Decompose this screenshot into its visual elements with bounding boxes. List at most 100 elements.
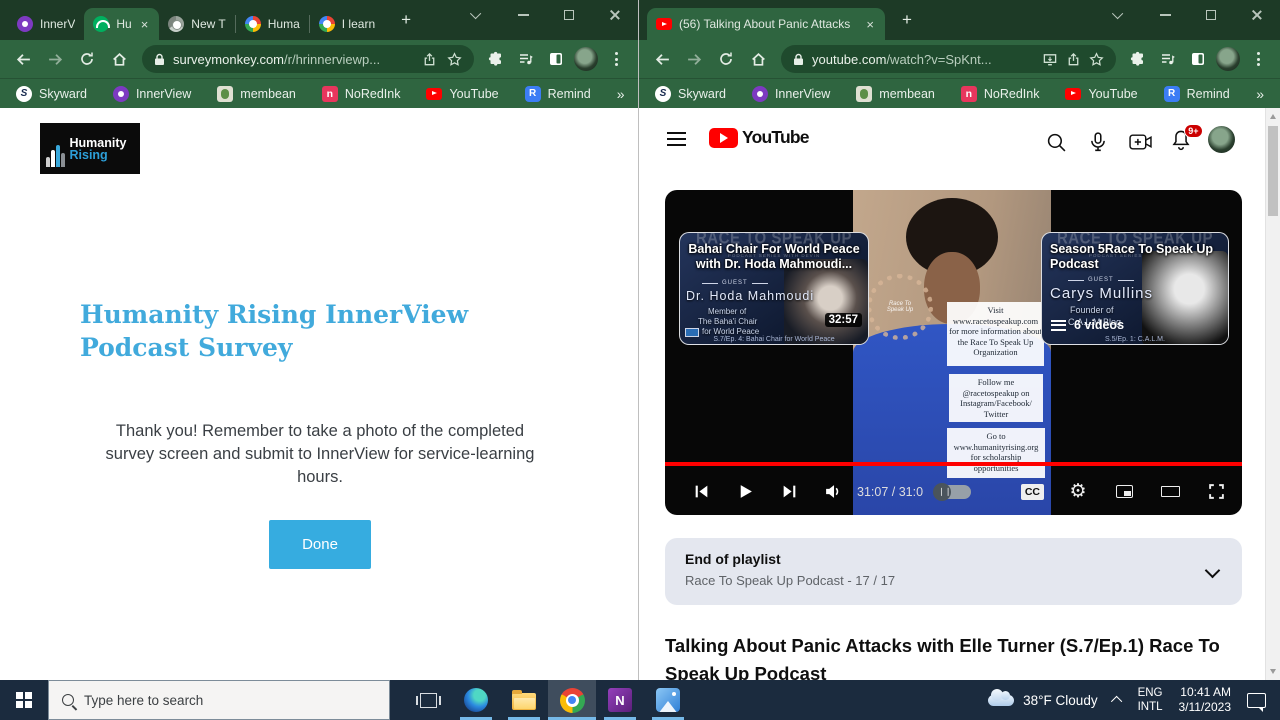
taskbar-photos-button[interactable] xyxy=(644,680,692,720)
task-view-button[interactable] xyxy=(404,680,452,720)
language-indicator[interactable]: ENG INTL xyxy=(1138,686,1163,714)
action-center-icon[interactable] xyxy=(1247,693,1266,708)
tab-google-search-1[interactable]: Huma xyxy=(236,8,309,40)
split-screen-extension-icon[interactable] xyxy=(1184,45,1212,73)
forward-button[interactable] xyxy=(40,44,70,74)
bookmark-membean[interactable]: membean xyxy=(217,86,296,102)
endscreen-card-video[interactable]: RACE TO SPEAK UP PODCAST SERIES WITH DEV… xyxy=(679,232,869,345)
system-tray: 38°F Cloudy ENG INTL 10:41 AM 3/11/2023 xyxy=(988,680,1280,720)
home-button[interactable] xyxy=(104,44,134,74)
forward-button[interactable] xyxy=(679,44,709,74)
voice-search-button[interactable] xyxy=(1086,130,1110,154)
address-bar[interactable]: youtube.com/watch?v=SpKnt... xyxy=(781,45,1116,73)
tab-close-icon[interactable]: × xyxy=(864,18,876,31)
tab-close-icon[interactable]: × xyxy=(139,18,151,31)
bookmarks-overflow-button[interactable]: » xyxy=(617,86,625,102)
extensions-button[interactable] xyxy=(482,45,510,73)
new-tab-button[interactable]: + xyxy=(394,8,418,32)
bookmark-star-button[interactable] xyxy=(447,52,462,67)
progress-bar[interactable] xyxy=(665,462,1242,466)
youtube-play-icon xyxy=(709,128,738,148)
share-button[interactable] xyxy=(422,52,437,67)
reload-button[interactable] xyxy=(72,44,102,74)
fullscreen-button[interactable] xyxy=(1204,480,1228,504)
close-button[interactable] xyxy=(592,0,638,30)
bookmark-skyward[interactable]: SSkyward xyxy=(655,86,726,102)
captions-button[interactable]: CC xyxy=(1021,484,1044,500)
volume-button[interactable] xyxy=(811,472,855,512)
split-screen-extension-icon[interactable] xyxy=(542,45,570,73)
task-view-icon xyxy=(420,693,437,708)
start-button[interactable] xyxy=(0,680,48,720)
clock[interactable]: 10:41 AM 3/11/2023 xyxy=(1179,685,1232,715)
taskbar-file-explorer-button[interactable] xyxy=(500,680,548,720)
settings-button[interactable]: ⚙ xyxy=(1066,480,1090,504)
tab-search-button[interactable] xyxy=(1096,0,1142,30)
tray-expand-button[interactable] xyxy=(1111,696,1122,707)
extensions-button[interactable] xyxy=(1124,45,1152,73)
bookmark-noredink[interactable]: nNoRedInk xyxy=(322,86,401,102)
play-button[interactable] xyxy=(723,472,767,512)
youtube-avatar[interactable] xyxy=(1208,126,1235,153)
scrollbar-thumb[interactable] xyxy=(1268,126,1278,216)
new-tab-button[interactable]: + xyxy=(895,8,919,32)
tab-survey-active[interactable]: Hu × xyxy=(84,8,159,40)
bookmark-star-button[interactable] xyxy=(1089,52,1104,67)
bookmark-skyward[interactable]: SSkyward xyxy=(16,86,87,102)
done-button[interactable]: Done xyxy=(269,520,371,569)
playlist-extension-icon[interactable] xyxy=(512,45,540,73)
scroll-down-icon[interactable] xyxy=(1270,669,1276,674)
theater-mode-button[interactable] xyxy=(1158,480,1182,504)
maximize-button[interactable] xyxy=(1188,0,1234,30)
maximize-button[interactable] xyxy=(546,0,592,30)
tab-new-tab[interactable]: New T xyxy=(159,8,234,40)
tab-youtube-active[interactable]: (56) Talking About Panic Attacks × xyxy=(647,8,885,40)
home-button[interactable] xyxy=(743,44,773,74)
close-button[interactable] xyxy=(1234,0,1280,30)
profile-avatar[interactable] xyxy=(1214,45,1242,73)
search-button[interactable] xyxy=(1044,130,1068,154)
taskbar-onenote-button[interactable]: N xyxy=(596,680,644,720)
back-button[interactable] xyxy=(8,44,38,74)
bookmark-remind[interactable]: RRemind xyxy=(1164,86,1230,102)
share-button[interactable] xyxy=(1066,52,1081,67)
taskbar-search-input[interactable]: Type here to search xyxy=(48,680,390,720)
profile-avatar[interactable] xyxy=(572,45,600,73)
bookmark-membean[interactable]: membean xyxy=(856,86,935,102)
bookmark-youtube[interactable]: YouTube xyxy=(1065,86,1137,102)
previous-button[interactable] xyxy=(679,472,723,512)
autoplay-toggle[interactable] xyxy=(935,485,971,499)
bookmark-innerview[interactable]: InnerView xyxy=(752,86,830,102)
chrome-menu-button[interactable] xyxy=(602,45,630,73)
bookmarks-overflow-button[interactable]: » xyxy=(1256,86,1264,102)
create-button[interactable] xyxy=(1128,130,1152,154)
chrome-menu-button[interactable] xyxy=(1244,45,1272,73)
playlist-extension-icon[interactable] xyxy=(1154,45,1182,73)
weather-widget[interactable]: 38°F Cloudy xyxy=(988,693,1097,708)
youtube-logo[interactable]: YouTube xyxy=(709,127,809,148)
tab-search-button[interactable] xyxy=(454,0,500,30)
install-app-button[interactable] xyxy=(1042,52,1058,67)
back-button[interactable] xyxy=(647,44,677,74)
taskbar-chrome-button[interactable] xyxy=(548,680,596,720)
hamburger-menu-button[interactable] xyxy=(667,132,686,146)
scrollbar[interactable] xyxy=(1265,108,1280,680)
address-bar[interactable]: surveymonkey.com/r/hrinnerviewp... xyxy=(142,45,474,73)
tab-innerview[interactable]: InnerV xyxy=(8,8,84,40)
bookmark-remind[interactable]: RRemind xyxy=(525,86,591,102)
tab-google-search-2[interactable]: I learn xyxy=(310,8,384,40)
bookmark-innerview[interactable]: InnerView xyxy=(113,86,191,102)
minimize-button[interactable] xyxy=(1142,0,1188,30)
notifications-button[interactable]: 9+ xyxy=(1169,128,1193,152)
playlist-panel[interactable]: End of playlist Race To Speak Up Podcast… xyxy=(665,538,1242,605)
bookmark-noredink[interactable]: nNoRedInk xyxy=(961,86,1040,102)
bookmark-youtube[interactable]: YouTube xyxy=(426,86,498,102)
taskbar-edge-button[interactable] xyxy=(452,680,500,720)
reload-button[interactable] xyxy=(711,44,741,74)
miniplayer-button[interactable] xyxy=(1112,480,1136,504)
endscreen-card-playlist[interactable]: RACE TO SPEAK UP PODCAST SERIES WITH DEV… xyxy=(1041,232,1229,345)
next-button[interactable] xyxy=(767,472,811,512)
minimize-button[interactable] xyxy=(500,0,546,30)
scroll-up-icon[interactable] xyxy=(1270,114,1276,119)
video-player[interactable]: Race To Speak Up Visit www.racetospeakup… xyxy=(665,190,1242,515)
